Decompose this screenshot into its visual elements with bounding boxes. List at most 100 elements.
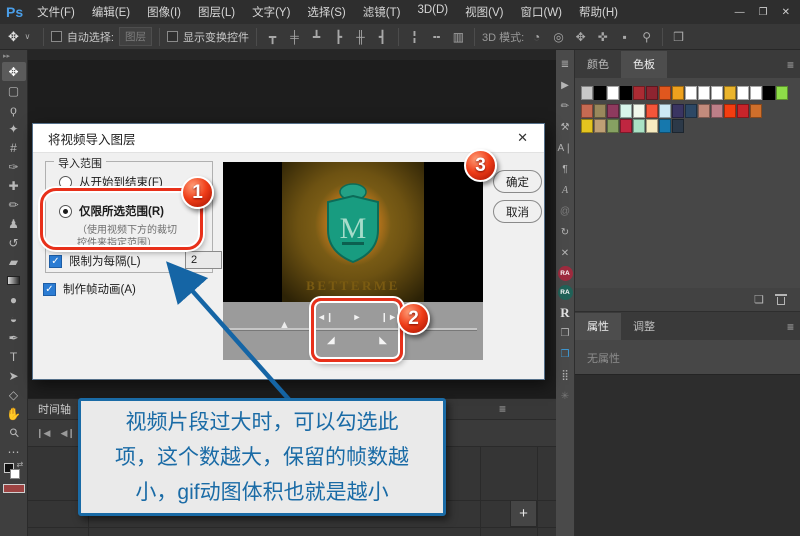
- color-swatch[interactable]: [724, 104, 736, 118]
- move-tool[interactable]: ✥: [2, 62, 26, 81]
- distribute-vert-icon[interactable]: ╏: [406, 30, 423, 44]
- make-frames-row[interactable]: 制作帧动画(A): [43, 281, 136, 297]
- menu-item[interactable]: 选择(S): [307, 4, 345, 20]
- color-swatch[interactable]: [672, 119, 684, 133]
- distribute-horz-icon[interactable]: ╍: [428, 30, 445, 44]
- tab-swatches[interactable]: 色板: [621, 51, 667, 78]
- cancel-button[interactable]: 取消: [493, 200, 542, 223]
- healing-brush-tool[interactable]: ✚: [2, 176, 26, 195]
- align-hcenter-icon[interactable]: ╫: [352, 30, 369, 44]
- eyedropper-tool[interactable]: ✑: [2, 157, 26, 176]
- color-swatch[interactable]: [750, 86, 762, 100]
- marquee-tool[interactable]: ▢: [2, 81, 26, 100]
- limit-frames-row[interactable]: 限制为每隔(L): [49, 253, 141, 269]
- dialog-close-icon[interactable]: ✕: [517, 130, 544, 146]
- playhead-marker[interactable]: ▲: [279, 319, 290, 331]
- dodge-tool[interactable]: ◒: [2, 309, 26, 328]
- refresh-panel-icon[interactable]: ↻: [557, 224, 574, 241]
- tab-color[interactable]: 颜色: [575, 51, 621, 78]
- shape-tool[interactable]: ◇: [2, 385, 26, 404]
- auto-select-checkbox[interactable]: [51, 31, 62, 42]
- crop-tool[interactable]: #: [2, 138, 26, 157]
- blur-tool[interactable]: ●: [2, 290, 26, 309]
- color-swatch[interactable]: [711, 86, 723, 100]
- color-swatch[interactable]: [594, 119, 606, 133]
- color-swatch[interactable]: [659, 119, 671, 133]
- brush-tool[interactable]: ✏: [2, 195, 26, 214]
- color-swatch[interactable]: [581, 119, 593, 133]
- panel-menu-icon[interactable]: ≡: [787, 320, 800, 340]
- slide-3d-icon[interactable]: ✜: [594, 30, 611, 44]
- color-swatch[interactable]: [685, 86, 697, 100]
- tab-properties[interactable]: 属性: [575, 313, 621, 340]
- scale-3d-icon[interactable]: ▪: [616, 30, 633, 44]
- lasso-tool[interactable]: ϙ: [2, 100, 26, 119]
- menu-item[interactable]: 3D(D): [417, 4, 448, 20]
- align-left-icon[interactable]: ┣: [330, 30, 347, 44]
- limit-checkbox[interactable]: [49, 255, 62, 268]
- roll-3d-icon[interactable]: ◎: [550, 30, 567, 44]
- menu-item[interactable]: 视图(V): [465, 4, 503, 20]
- path-select-tool[interactable]: ➤: [2, 366, 26, 385]
- trash-icon[interactable]: [776, 294, 786, 305]
- workspace-icon[interactable]: ❒: [670, 30, 687, 44]
- chevron-down-icon[interactable]: ∨: [19, 32, 36, 41]
- maximize-icon[interactable]: ❐: [759, 7, 768, 18]
- menu-item[interactable]: 窗口(W): [520, 4, 562, 20]
- ra-teal-badge[interactable]: RA: [558, 285, 573, 300]
- color-swatch[interactable]: [737, 104, 749, 118]
- eraser-tool[interactable]: ▰: [2, 252, 26, 271]
- menu-item[interactable]: 滤镜(T): [363, 4, 401, 20]
- plugin-x-icon[interactable]: ✕: [557, 245, 574, 262]
- gradient-tool[interactable]: [2, 271, 26, 290]
- collapse-toolbox-icon[interactable]: ▸▸: [0, 50, 10, 62]
- color-swatch[interactable]: [672, 86, 684, 100]
- brush-settings-icon[interactable]: ✏: [557, 98, 574, 115]
- minimize-icon[interactable]: —: [735, 7, 745, 18]
- color-swatch[interactable]: [698, 104, 710, 118]
- color-swatch[interactable]: [594, 104, 606, 118]
- color-swatch[interactable]: [633, 104, 645, 118]
- color-swatch[interactable]: [724, 86, 736, 100]
- orbit-3d-icon[interactable]: ◔: [528, 30, 545, 44]
- color-swatch[interactable]: [659, 104, 671, 118]
- swap-colors-icon[interactable]: ⇄: [17, 460, 24, 469]
- new-swatch-icon[interactable]: ❏: [754, 293, 764, 306]
- align-top-icon[interactable]: ┳: [264, 30, 281, 44]
- tool-presets-icon[interactable]: ⚒: [557, 119, 574, 136]
- color-swatch[interactable]: [581, 86, 593, 100]
- menu-item[interactable]: 文字(Y): [252, 4, 290, 20]
- color-swatch[interactable]: [594, 86, 606, 100]
- make-frames-checkbox[interactable]: [43, 283, 56, 296]
- menu-item[interactable]: 文件(F): [37, 4, 75, 20]
- prev-frame-icon[interactable]: ◀❙: [60, 428, 74, 439]
- panel-menu-icon[interactable]: ≡: [499, 402, 506, 416]
- close-icon[interactable]: ✕: [782, 7, 790, 18]
- pan-3d-icon[interactable]: ✥: [572, 30, 589, 44]
- color-swatch[interactable]: [633, 86, 645, 100]
- color-swatch[interactable]: [620, 119, 632, 133]
- color-swatch[interactable]: [698, 86, 710, 100]
- radio-icon[interactable]: [59, 176, 72, 189]
- background-color-chip[interactable]: [10, 469, 20, 479]
- ra-red-badge[interactable]: RA: [558, 266, 573, 281]
- move-tool-icon[interactable]: ✥: [8, 29, 19, 45]
- color-swatch[interactable]: [646, 86, 658, 100]
- align-vcenter-icon[interactable]: ╪: [286, 30, 303, 44]
- color-swatch[interactable]: [672, 104, 684, 118]
- panel-menu-icon[interactable]: ≡: [787, 58, 800, 78]
- character-panel-icon[interactable]: A❘: [557, 140, 574, 157]
- distribute-even-icon[interactable]: ▥: [450, 30, 467, 44]
- add-frame-button[interactable]: +: [510, 500, 537, 527]
- tab-adjustments[interactable]: 调整: [621, 313, 667, 340]
- align-bottom-icon[interactable]: ┻: [308, 30, 325, 44]
- show-transform-checkbox[interactable]: [167, 31, 178, 42]
- type-tool[interactable]: T: [2, 347, 26, 366]
- color-swatch[interactable]: [633, 119, 645, 133]
- menu-item[interactable]: 编辑(E): [92, 4, 130, 20]
- color-swatch[interactable]: [737, 86, 749, 100]
- libraries-panel-icon[interactable]: @: [557, 203, 574, 220]
- first-frame-icon[interactable]: ❙◀: [36, 428, 50, 439]
- glyphs-panel-icon[interactable]: A: [557, 182, 574, 199]
- color-swatch[interactable]: [646, 104, 658, 118]
